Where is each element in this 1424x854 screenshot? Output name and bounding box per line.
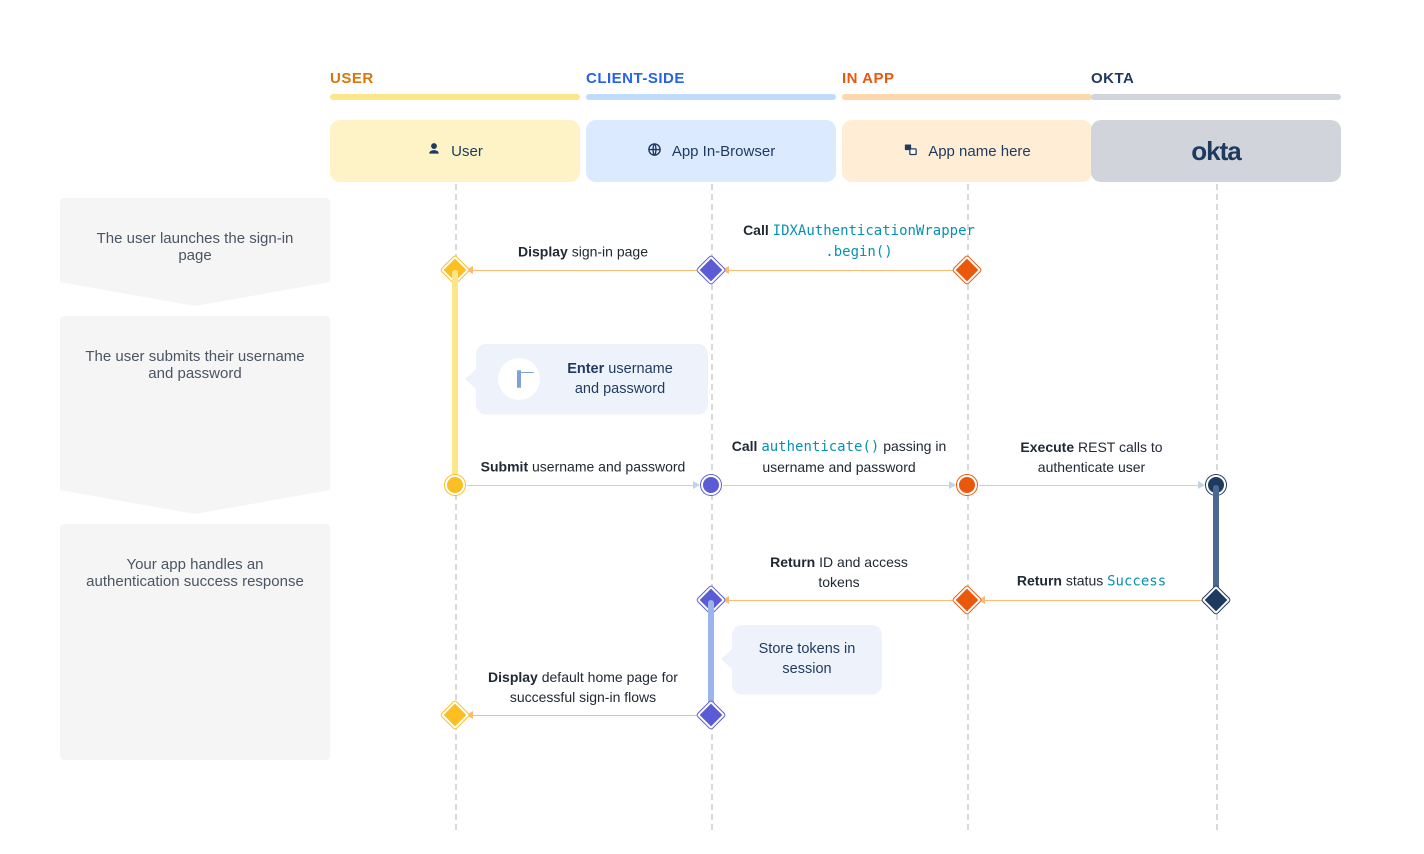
step-2-description: The user submits their username and pass… bbox=[60, 316, 330, 514]
callout-enter-creds: Enter username and password bbox=[476, 344, 708, 414]
step-3-description: Your app handles an authentication succe… bbox=[60, 524, 330, 760]
step-1-description: The user launches the sign-in page bbox=[60, 198, 330, 306]
lane-card-app: App name here bbox=[842, 120, 1092, 182]
msg-exec: Execute REST calls to authenticate user bbox=[987, 438, 1197, 481]
window-icon bbox=[903, 142, 918, 161]
node-app-3 bbox=[953, 586, 981, 614]
activation-okta bbox=[1213, 485, 1219, 600]
node-client-4 bbox=[697, 701, 725, 729]
lane-heading-app: IN APP bbox=[842, 70, 894, 87]
sequence-diagram: USER User CLIENT-SIDE App In-Browser IN … bbox=[0, 0, 1424, 854]
lane-bar-client bbox=[586, 94, 836, 100]
msg-submit: Submit username and password bbox=[463, 457, 703, 481]
lane-bar-app bbox=[842, 94, 1092, 100]
user-icon bbox=[427, 142, 441, 160]
node-user-2 bbox=[445, 475, 465, 495]
arrow-call-begin bbox=[723, 270, 955, 271]
node-client-1 bbox=[697, 256, 725, 284]
msg-return-tokens: Return ID and access tokens bbox=[754, 553, 924, 596]
lane-bar-okta bbox=[1091, 94, 1341, 100]
node-app-2 bbox=[957, 475, 977, 495]
node-okta-2 bbox=[1202, 586, 1230, 614]
lane-card-okta: okta bbox=[1091, 120, 1341, 182]
lane-card-app-label: App name here bbox=[928, 143, 1031, 160]
lane-card-client-label: App In-Browser bbox=[672, 143, 775, 160]
lane-heading-client: CLIENT-SIDE bbox=[586, 70, 685, 87]
lane-heading-okta: OKTA bbox=[1091, 70, 1134, 87]
activation-user bbox=[452, 270, 458, 485]
activation-client bbox=[708, 600, 714, 715]
node-client-2 bbox=[701, 475, 721, 495]
msg-display-home: Display default home page for successful… bbox=[468, 668, 698, 711]
msg-display-signin: Display sign-in page bbox=[518, 242, 648, 266]
msg-return-status: Return status Success bbox=[1017, 571, 1166, 596]
lane-bar-user bbox=[330, 94, 580, 100]
form-icon bbox=[498, 358, 540, 400]
lane-card-user: User bbox=[330, 120, 580, 182]
node-user-3 bbox=[441, 701, 469, 729]
msg-call-begin: Call IDXAuthenticationWrapper.begin() bbox=[729, 221, 989, 266]
globe-icon bbox=[647, 142, 662, 161]
arrow-display-home bbox=[467, 715, 699, 716]
arrow-display-signin bbox=[467, 270, 699, 271]
arrow-return-status bbox=[979, 600, 1204, 601]
arrow-exec bbox=[979, 485, 1204, 486]
msg-call-auth: Call authenticate() passing in username … bbox=[724, 437, 954, 481]
okta-logo: okta bbox=[1191, 136, 1240, 167]
lane-heading-user: USER bbox=[330, 70, 374, 87]
lane-card-user-label: User bbox=[451, 143, 483, 160]
arrow-submit bbox=[467, 485, 699, 486]
lane-card-client: App In-Browser bbox=[586, 120, 836, 182]
arrow-call-auth bbox=[723, 485, 955, 486]
arrow-return-tokens bbox=[723, 600, 955, 601]
callout-store-tokens: Store tokens in session bbox=[732, 625, 882, 694]
